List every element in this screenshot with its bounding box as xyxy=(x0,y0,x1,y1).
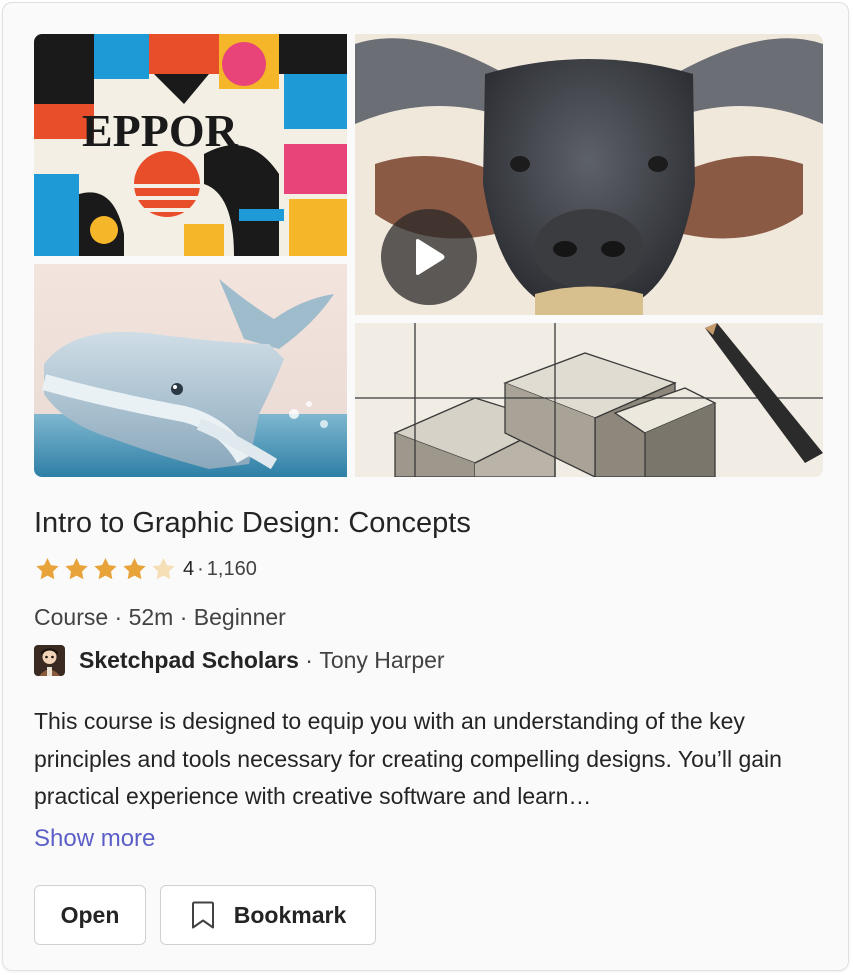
author-row: Sketchpad Scholars · Tony Harper xyxy=(34,643,445,677)
poster-thumbnail: EPPOR xyxy=(34,34,347,256)
course-description: This course is designed to equip you wit… xyxy=(34,708,782,809)
bookmark-label: Bookmark xyxy=(233,901,347,928)
course-meta: Course · 52m · Beginner xyxy=(34,604,286,630)
organization-avatar xyxy=(34,644,65,676)
star-icon xyxy=(94,557,117,579)
open-button[interactable]: Open xyxy=(34,885,146,945)
organization-name[interactable]: Sketchpad Scholars xyxy=(79,647,299,674)
star-rating xyxy=(34,556,177,583)
star-icon xyxy=(123,557,146,579)
bookmark-icon xyxy=(191,901,214,929)
play-icon xyxy=(416,239,445,275)
play-button[interactable] xyxy=(381,209,477,305)
whale-thumbnail xyxy=(34,264,347,477)
rating-separator: · xyxy=(197,557,204,580)
course-title: Intro to Graphic Design: Concepts xyxy=(34,507,471,539)
course-media-gallery[interactable]: EPPOR xyxy=(34,34,823,477)
rating-count: 1,160 xyxy=(206,557,257,580)
author-separator: · xyxy=(305,646,313,673)
show-more-link[interactable]: Show more xyxy=(34,821,155,857)
star-icon xyxy=(36,557,59,579)
course-card[interactable]: EPPOR Intro to Graphic Design: Concepts … xyxy=(2,2,849,971)
svg-text:EPPOR: EPPOR xyxy=(82,105,239,156)
sketch-thumbnail xyxy=(355,323,823,477)
star-half-icon xyxy=(152,557,175,579)
instructor-name: Tony Harper xyxy=(319,646,445,673)
bookmark-button[interactable]: Bookmark xyxy=(160,885,376,945)
star-icon xyxy=(65,557,88,579)
rating-row: 4 · 1,160 xyxy=(34,554,257,584)
rating-value: 4 xyxy=(183,557,195,580)
